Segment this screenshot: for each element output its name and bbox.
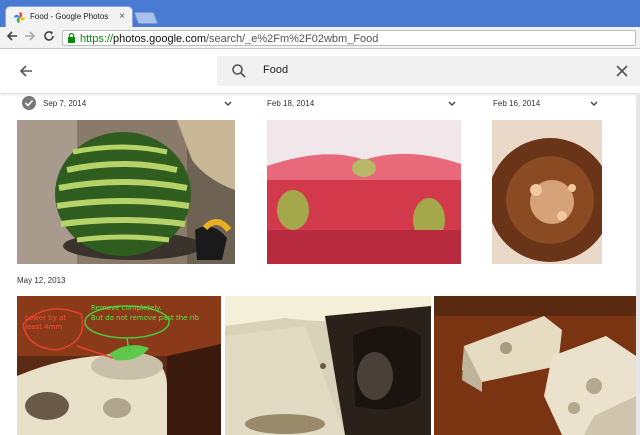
photos-app-bar: Food — [0, 49, 640, 93]
green-annotation-line1: Remove completely. — [91, 304, 162, 312]
google-photos-favicon-icon — [14, 12, 25, 23]
url-text: https://photos.google.com/search/_e%2Fm%… — [80, 33, 378, 45]
annotated-part-image: Lower by at least 4mm Remove completely.… — [17, 296, 221, 435]
browser-tab[interactable]: Food - Google Photos × — [5, 6, 133, 28]
tab-title: Food - Google Photos — [30, 12, 109, 21]
close-icon[interactable] — [615, 64, 629, 78]
select-check-icon[interactable] — [22, 96, 36, 110]
forward-arrow-icon[interactable] — [24, 30, 36, 42]
date-header: May 12, 2013 — [17, 276, 66, 285]
date-header: Feb 18, 2014 — [267, 99, 315, 108]
photo-macro-dish[interactable] — [492, 120, 602, 264]
chevron-down-icon[interactable] — [590, 101, 598, 107]
back-arrow-icon[interactable] — [6, 30, 18, 42]
green-annotation-line2: But do not remove past the rib — [91, 314, 200, 322]
search-icon — [232, 64, 246, 78]
watermelon-image — [17, 120, 235, 264]
photo-strawberry[interactable] — [267, 120, 461, 264]
photo-part-pieces[interactable] — [434, 296, 636, 435]
browser-tabstrip: Food - Google Photos × — [0, 0, 640, 28]
tab-close-icon[interactable]: × — [119, 11, 125, 22]
url-host: photos.google.com — [113, 33, 206, 45]
search-bar[interactable]: Food — [217, 56, 640, 86]
part-pieces-image — [434, 296, 636, 435]
red-annotation-line2: least 4mm — [25, 323, 62, 331]
url-scheme: https:// — [80, 33, 114, 45]
strawberry-image — [267, 120, 461, 264]
scrollbar[interactable] — [636, 93, 640, 435]
photo-watermelon[interactable] — [17, 120, 235, 264]
date-header: Feb 16, 2014 — [493, 99, 541, 108]
part-closeup-image — [225, 296, 431, 435]
reload-icon[interactable] — [43, 30, 55, 42]
address-bar[interactable]: https://photos.google.com/search/_e%2Fm%… — [62, 30, 636, 46]
back-arrow-icon[interactable] — [16, 61, 36, 81]
new-tab-button[interactable] — [133, 12, 159, 24]
browser-toolbar: https://photos.google.com/search/_e%2Fm%… — [0, 27, 640, 49]
red-annotation-line1: Lower by at — [25, 314, 66, 322]
chevron-down-icon[interactable] — [448, 101, 456, 107]
photo-part-annotated[interactable]: Lower by at least 4mm Remove completely.… — [17, 296, 221, 435]
search-query[interactable]: Food — [263, 64, 288, 76]
lock-icon — [68, 33, 75, 43]
date-header: Sep 7, 2014 — [43, 99, 87, 108]
photo-part-closeup[interactable] — [225, 296, 431, 435]
macro-dish-image — [492, 120, 602, 264]
url-path: /search/_e%2Fm%2F02wbm_Food — [205, 33, 379, 45]
chevron-down-icon[interactable] — [224, 101, 232, 107]
